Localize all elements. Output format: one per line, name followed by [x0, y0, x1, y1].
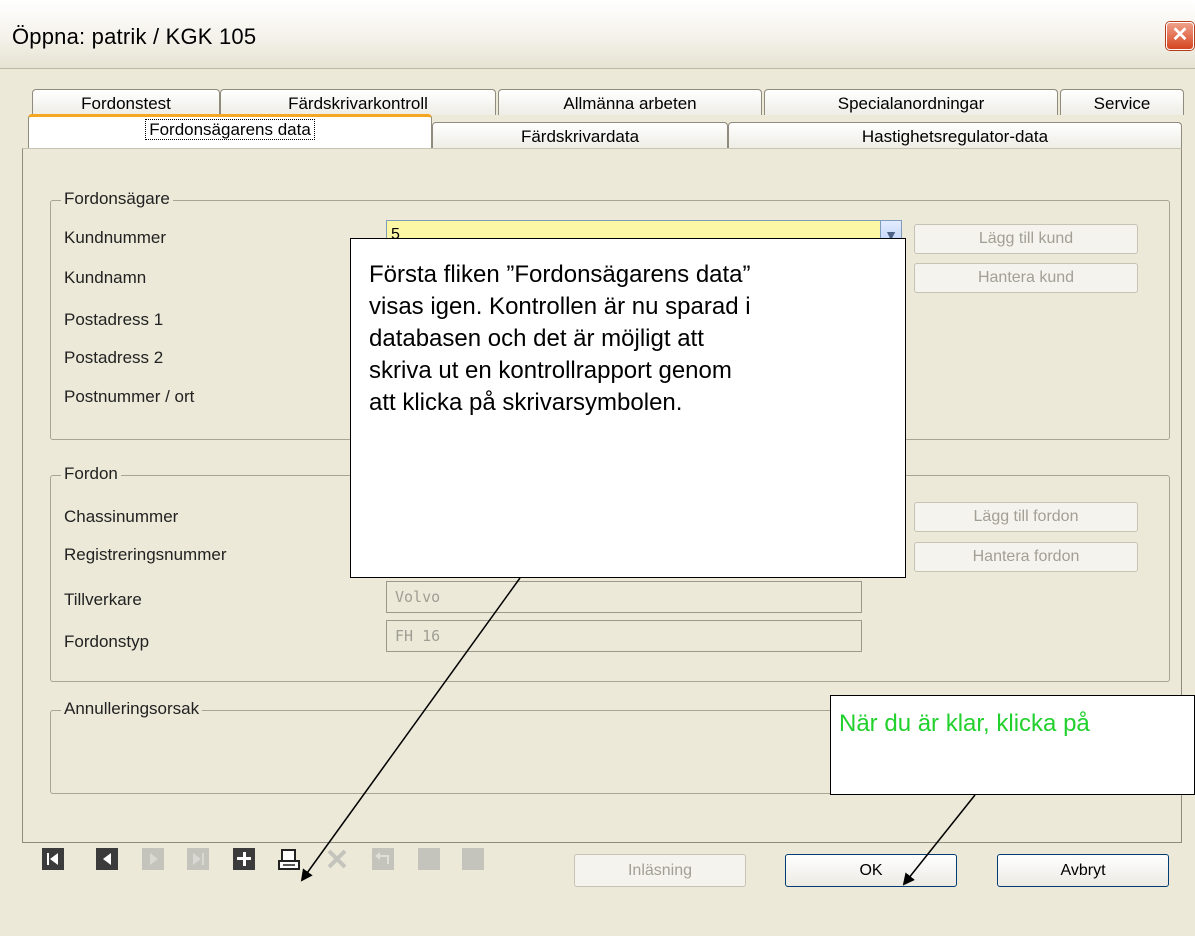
arrow-to-printer	[300, 577, 521, 882]
annotation-arrows	[300, 577, 976, 886]
arrow-to-ok	[902, 794, 976, 886]
